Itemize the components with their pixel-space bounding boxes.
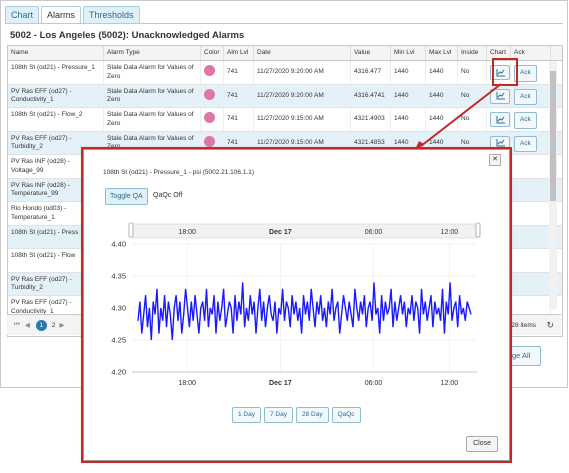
x-tick-label: 12:00 [441,380,459,387]
range-1-day-button[interactable]: 1 Day [232,407,261,423]
toggle-qa-button[interactable]: Toggle QA [105,188,148,205]
y-tick-label: 4.35 [111,272,126,281]
pressure-chart: 4.20 4.25 4.30 4.35 4.40 18:00 18:00 Dec 17 Dec … [111,222,481,387]
navigator-handle-left [128,222,134,238]
close-icon[interactable]: ✕ [489,154,501,166]
qaqc-button[interactable]: QaQc [331,407,361,423]
x-tick-label-top: 18:00 [178,229,196,236]
x-tick-label: 06:00 [365,380,383,387]
x-tick-label: Dec 17 [269,380,292,387]
y-tick-label: 4.40 [111,240,126,249]
range-7-day-button[interactable]: 7 Day [263,407,293,423]
chart-dialog: ✕ 108th St (od21) - Pressure_1 - psi (50… [81,147,512,463]
navigator-handle-right [475,222,481,238]
x-tick-label-top: Dec 17 [269,229,292,236]
qaqc-status: QaQc Off [153,192,183,199]
close-button[interactable]: Close [466,436,498,452]
y-tick-label: 4.30 [111,304,126,313]
x-tick-label-top: 12:00 [441,229,459,236]
callout-arrow-line [420,83,502,147]
range-28-day-button[interactable]: 28 Day [295,407,329,423]
range-buttons: 1 Day 7 Day 28 Day QaQc [232,407,364,423]
dialog-title: 108th St (od21) - Pressure_1 - psi (5002… [103,169,255,176]
y-tick-label: 4.20 [111,368,126,377]
x-tick-label: 18:00 [178,380,196,387]
y-tick-label: 4.25 [111,336,126,345]
pressure-series-line [137,282,472,341]
x-tick-label-top: 06:00 [365,229,383,236]
